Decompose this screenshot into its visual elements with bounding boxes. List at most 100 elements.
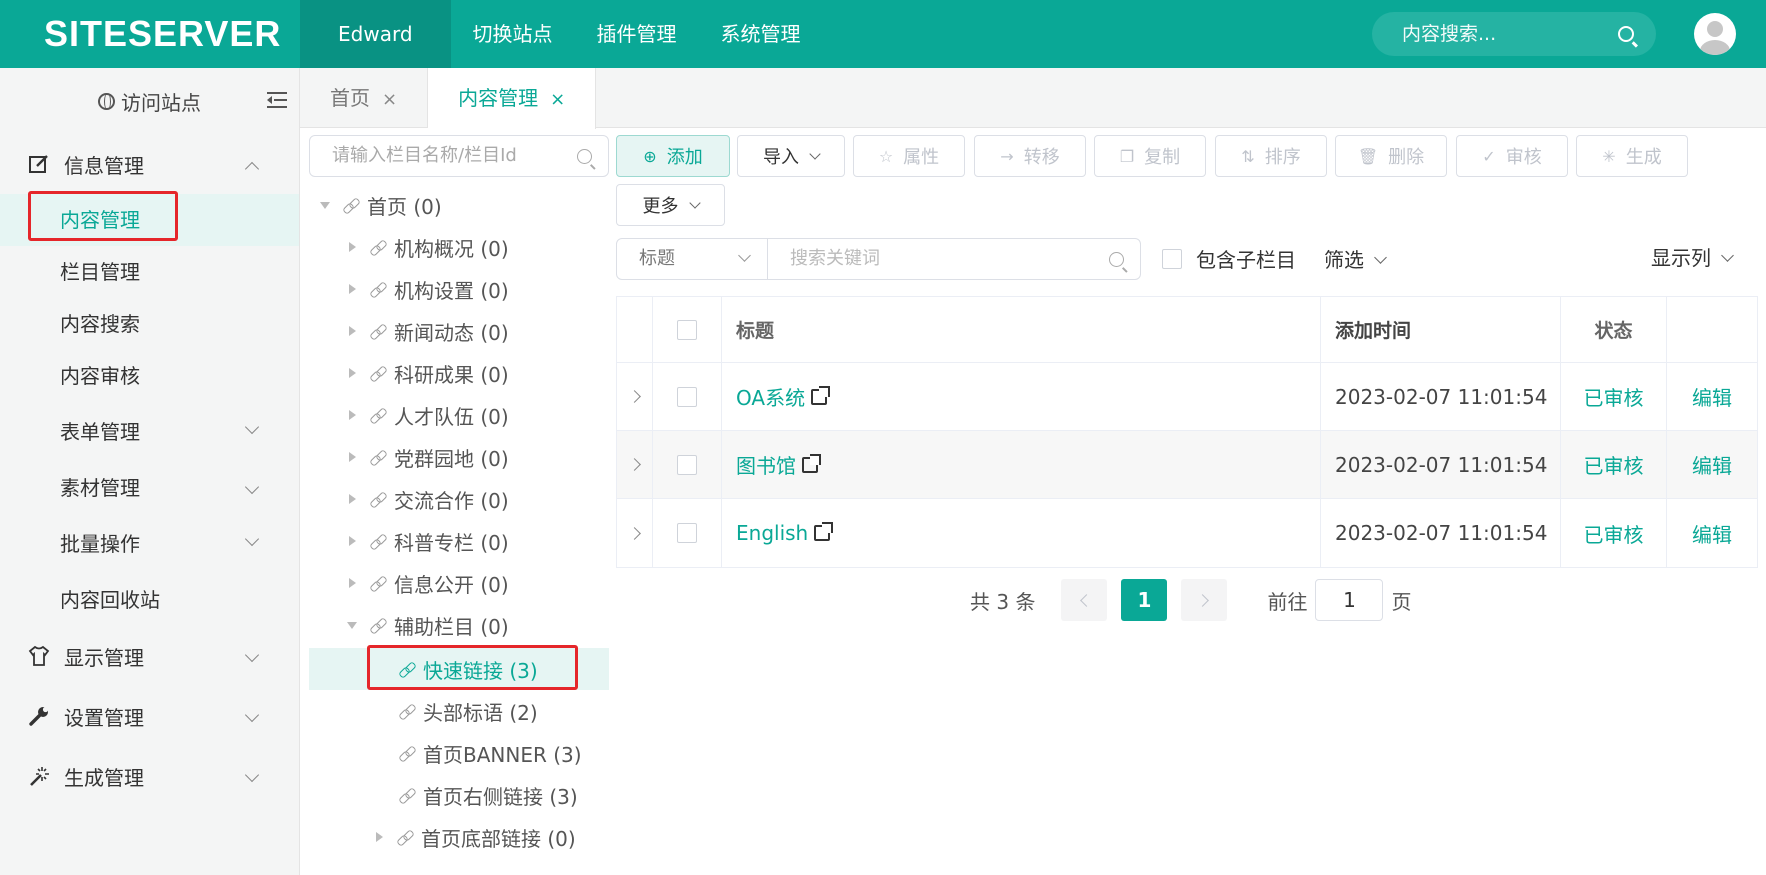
tree-node[interactable]: 头部标语 (2) [309,690,609,732]
import-button[interactable]: 导入 [737,135,845,177]
row-checkbox[interactable] [677,523,697,543]
copy-button[interactable]: ❐ 复制 [1094,135,1206,177]
keyword-input[interactable]: 搜索关键词 [767,238,1141,280]
add-button[interactable]: ⊕ 添加 [616,135,730,177]
expand-cell[interactable] [617,431,653,498]
sidebar-item-batch-operations[interactable]: 批量操作 [0,514,299,574]
status-link[interactable]: 已审核 [1584,450,1644,479]
content-search-input[interactable]: 内容搜索... [1372,12,1656,56]
move-button[interactable]: → 转移 [974,135,1086,177]
tree-node[interactable]: 信息公开 (0) [309,562,609,604]
select-all-checkbox[interactable] [677,319,697,340]
nav-plugin-management[interactable]: 插件管理 [575,0,699,68]
tab-home[interactable]: 首页 × [300,68,429,128]
nav-switch-site[interactable]: 切换站点 [451,0,575,68]
status-column-header[interactable]: 状态 [1561,297,1667,362]
chevron-right-icon[interactable] [628,390,641,403]
tree-node[interactable]: 党群园地 (0) [309,436,609,478]
tree-node[interactable]: 首页右侧链接 (3) [309,774,609,816]
tree-node[interactable]: 首页BANNER (3) [309,732,609,774]
menu-group-info[interactable]: 信息管理 [0,134,299,194]
caret-right-icon[interactable] [346,492,360,506]
external-link-icon[interactable] [814,522,834,541]
close-icon[interactable]: × [382,89,397,110]
time-column-header[interactable]: 添加时间 [1321,297,1561,362]
page-number-current[interactable]: 1 [1121,579,1168,621]
caret-right-icon[interactable] [346,282,360,296]
nav-site-edward[interactable]: Edward [300,0,451,68]
caret-right-icon[interactable] [373,830,387,844]
generate-button[interactable]: ✳ 生成 [1576,135,1688,177]
external-link-icon[interactable] [802,453,821,473]
caret-right-icon[interactable] [346,576,360,590]
close-icon[interactable]: × [550,89,565,110]
attribute-button[interactable]: ☆ 属性 [853,135,965,177]
expand-cell[interactable] [617,499,653,567]
sort-button[interactable]: ⇅ 排序 [1215,135,1327,177]
filter-dropdown[interactable]: 筛选 [1324,244,1387,273]
sidebar-item-form-management[interactable]: 表单管理 [0,402,299,462]
nav-system-management[interactable]: 系统管理 [699,0,823,68]
search-icon[interactable] [1618,26,1634,42]
sidebar-item-content-management[interactable]: 内容管理 [0,194,299,246]
chevron-right-icon[interactable] [628,458,641,471]
tree-node[interactable]: 交流合作 (0) [309,478,609,520]
caret-right-icon[interactable] [346,408,360,422]
chevron-right-icon[interactable] [628,526,641,540]
caret-right-icon[interactable] [346,324,360,338]
tree-node[interactable]: 人才队伍 (0) [309,394,609,436]
siteserver-logo[interactable]: SITESERVER [44,12,281,56]
sidebar-item-recycle-bin[interactable]: 内容回收站 [0,574,299,626]
status-link[interactable]: 已审核 [1584,382,1644,411]
next-page-button[interactable] [1181,579,1228,621]
expand-cell[interactable] [617,363,653,430]
audit-button[interactable]: ✓ 审核 [1456,135,1568,177]
menu-group-generate[interactable]: 生成管理 [0,746,299,806]
tree-node[interactable]: 新闻动态 (0) [309,310,609,352]
edit-link[interactable]: 编辑 [1692,382,1732,411]
title-column-header[interactable]: 标题 [722,297,1321,362]
caret-right-icon[interactable] [346,240,360,254]
edit-link[interactable]: 编辑 [1692,519,1732,548]
external-link-icon[interactable] [811,385,831,405]
status-link[interactable]: 已审核 [1584,519,1644,548]
caret-right-icon[interactable] [346,450,360,464]
menu-group-display[interactable]: 显示管理 [0,626,299,686]
sidebar-item-content-audit[interactable]: 内容审核 [0,350,299,402]
collapse-menu-icon[interactable] [267,92,287,108]
tree-node[interactable]: 机构设置 (0) [309,268,609,310]
visit-site-link[interactable]: 访问站点 [121,87,201,116]
caret-right-icon[interactable] [346,534,360,548]
search-icon[interactable] [1109,252,1124,267]
include-subcolumns-checkbox[interactable] [1162,248,1182,269]
content-title-link[interactable]: OA系统 [736,382,805,411]
content-title-link[interactable]: English [736,521,808,545]
tree-node[interactable]: 科研成果 (0) [309,352,609,394]
column-search-input[interactable]: 请输入栏目名称/栏目Id [309,135,609,177]
content-title-link[interactable]: 图书馆 [736,450,796,479]
search-icon[interactable] [577,149,592,164]
row-checkbox[interactable] [677,454,697,475]
tab-content-management[interactable]: 内容管理 × [428,68,597,129]
row-checkbox[interactable] [677,386,697,407]
sidebar-item-column-management[interactable]: 栏目管理 [0,246,299,298]
caret-down-icon[interactable] [346,618,360,632]
user-avatar[interactable] [1694,13,1736,55]
more-button[interactable]: 更多 [616,184,725,226]
tree-node-selected[interactable]: 快速链接 (3) [309,648,609,690]
tree-node[interactable]: 首页底部链接 (0) [309,816,609,858]
menu-group-settings[interactable]: 设置管理 [0,686,299,746]
search-field-select[interactable]: 标题 [616,238,768,280]
caret-right-icon[interactable] [346,366,360,380]
delete-button[interactable]: 🗑 删除 [1335,135,1447,177]
sidebar-item-content-search[interactable]: 内容搜索 [0,298,299,350]
tree-node[interactable]: 机构概况 (0) [309,226,609,268]
edit-link[interactable]: 编辑 [1692,450,1732,479]
goto-page-input[interactable]: 1 [1315,579,1384,621]
caret-down-icon[interactable] [319,198,333,212]
tree-node[interactable]: 辅助栏目 (0) [309,604,609,646]
tree-node[interactable]: 科普专栏 (0) [309,520,609,562]
display-columns-dropdown[interactable]: 显示列 [1651,242,1734,271]
sidebar-item-material-management[interactable]: 素材管理 [0,462,299,514]
tree-node[interactable]: 首页 (0) [309,184,609,226]
